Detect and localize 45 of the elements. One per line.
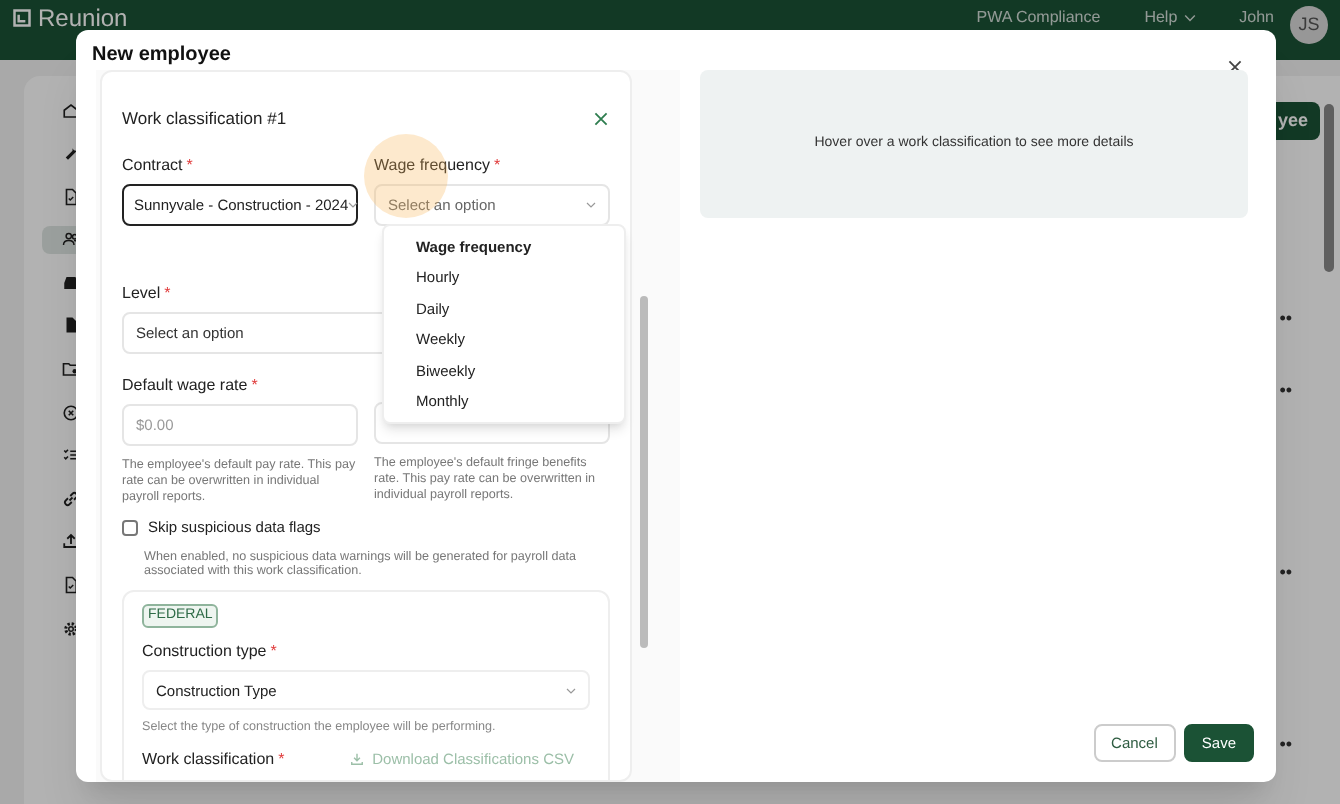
logo-icon [12, 8, 32, 28]
document-icon [61, 187, 79, 206]
required-mark: * [164, 282, 171, 306]
checkbox[interactable] [122, 520, 138, 537]
chevron-down-icon [586, 202, 596, 208]
folder-icon [61, 360, 79, 379]
remove-button[interactable] [592, 109, 610, 127]
chevron-down-icon [348, 202, 359, 208]
circle-x-icon [61, 403, 79, 422]
close-icon [594, 111, 608, 125]
upload-icon [61, 532, 79, 551]
field-label: Default wage rate [122, 374, 248, 398]
chevron-down-icon [566, 687, 576, 694]
row-actions-menu[interactable]: •• [1279, 382, 1292, 400]
document-icon [61, 576, 79, 595]
field-label: Work classification [142, 747, 275, 772]
user-avatar[interactable]: JS [1290, 6, 1328, 44]
scrollbar[interactable] [640, 296, 648, 648]
row-actions-menu[interactable]: •• [1279, 310, 1292, 328]
required-mark: * [493, 154, 501, 178]
row-actions-menu[interactable]: •• [1279, 736, 1292, 754]
link-icon [61, 489, 79, 508]
close-button[interactable] [1226, 58, 1244, 76]
checklist-icon [61, 446, 79, 465]
scrollbar[interactable] [1324, 104, 1334, 272]
home-icon [61, 101, 79, 119]
nav-link[interactable]: PWA Compliance [976, 10, 1101, 26]
card-title: Work classification #1 [122, 105, 287, 131]
close-icon [1228, 60, 1242, 74]
logo-text[interactable]: Reunion [38, 6, 128, 30]
row-actions-menu[interactable]: •• [1279, 564, 1292, 582]
required-mark: * [278, 747, 285, 772]
field-label: Level [122, 282, 161, 306]
user-name[interactable]: John [1239, 10, 1274, 26]
field-label: Wage frequency [374, 154, 490, 178]
required-mark: * [251, 374, 258, 398]
chevron-down-icon [1183, 14, 1196, 22]
required-mark: * [186, 154, 193, 178]
download-icon [350, 752, 365, 767]
settings-icon [61, 619, 79, 638]
required-mark: * [270, 640, 277, 665]
field-label: Contract [122, 154, 183, 178]
modal-title: New employee [92, 42, 231, 70]
help-menu[interactable]: Help [1144, 10, 1196, 26]
field-label: Construction type [142, 640, 267, 665]
